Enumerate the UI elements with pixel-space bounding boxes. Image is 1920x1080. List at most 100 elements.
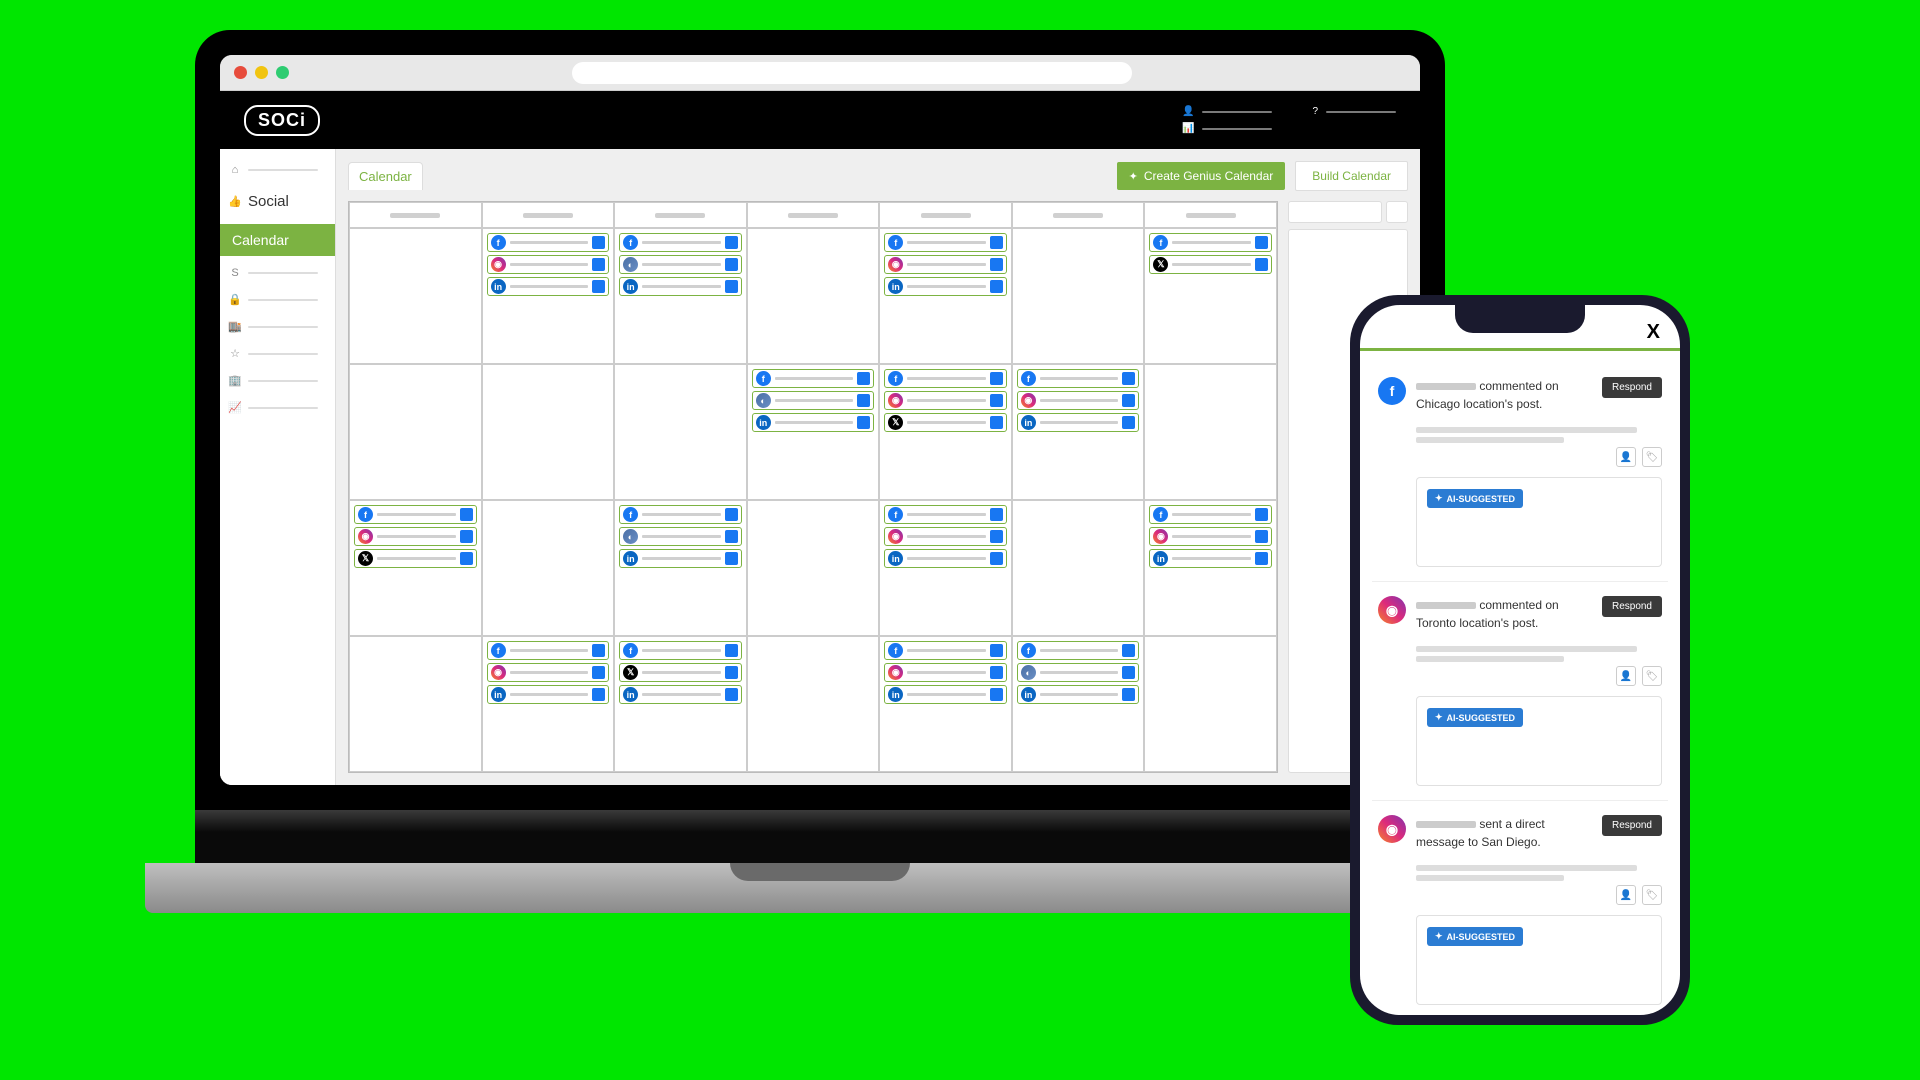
build-calendar-button[interactable]: Build Calendar <box>1295 161 1408 191</box>
calendar-cell[interactable]: f◐in <box>614 228 747 364</box>
calendar-cell[interactable] <box>1012 228 1145 364</box>
post-chip[interactable]: ◉ <box>884 391 1007 410</box>
calendar-cell[interactable]: f◉in <box>482 228 615 364</box>
post-chip[interactable]: f <box>354 505 477 524</box>
calendar-cell[interactable] <box>482 364 615 500</box>
brand-logo[interactable]: SOCi <box>244 105 320 136</box>
sidebar-item-home[interactable]: ⌂ <box>220 161 335 179</box>
calendar-cell[interactable] <box>1144 636 1277 772</box>
post-chip[interactable]: f <box>619 641 742 660</box>
post-chip[interactable]: in <box>619 549 742 568</box>
calendar-cell[interactable] <box>349 228 482 364</box>
tag-action-icon[interactable]: 🏷 <box>1642 447 1662 467</box>
help-menu[interactable]: ? <box>1312 106 1396 117</box>
respond-button[interactable]: Respond <box>1602 815 1662 836</box>
ai-suggestion-box[interactable]: ✦AI-SUGGESTED <box>1416 477 1662 567</box>
sidebar-item-s[interactable]: S <box>220 264 335 282</box>
sidebar-item-6[interactable]: ☆ <box>220 344 335 363</box>
post-chip[interactable]: in <box>487 685 610 704</box>
window-min-dot[interactable] <box>255 66 268 79</box>
post-chip[interactable]: 𝕏 <box>619 663 742 682</box>
respond-button[interactable]: Respond <box>1602 377 1662 398</box>
tab-calendar[interactable]: Calendar <box>348 162 423 190</box>
calendar-cell[interactable]: f ◉ in <box>1144 500 1277 636</box>
post-chip[interactable]: f <box>487 641 610 660</box>
user-action-icon[interactable]: 👤 <box>1616 447 1636 467</box>
post-chip[interactable]: in <box>619 277 742 296</box>
post-chip[interactable]: in <box>1017 685 1140 704</box>
post-chip[interactable]: f <box>619 505 742 524</box>
post-chip[interactable]: 𝕏 <box>354 549 477 568</box>
stats-menu[interactable]: 📊 <box>1182 123 1272 134</box>
post-chip[interactable]: f <box>1149 505 1272 524</box>
post-chip[interactable]: ◐ <box>1017 663 1140 682</box>
sidebar-item-7[interactable]: 🏢 <box>220 371 335 390</box>
post-chip[interactable]: in <box>487 277 610 296</box>
tag-action-icon[interactable]: 🏷 <box>1642 885 1662 905</box>
post-chip[interactable]: ◉ <box>354 527 477 546</box>
user-action-icon[interactable]: 👤 <box>1616 666 1636 686</box>
post-chip[interactable]: f <box>884 369 1007 388</box>
post-chip[interactable]: f <box>1017 641 1140 660</box>
post-chip[interactable]: ◉ <box>884 663 1007 682</box>
post-chip[interactable]: f <box>1017 369 1140 388</box>
filter-dropdown[interactable] <box>1288 201 1382 223</box>
create-genius-button[interactable]: ✦Create Genius Calendar <box>1117 162 1286 190</box>
post-chip[interactable]: ◉ <box>884 255 1007 274</box>
sidebar-item-8[interactable]: 📈 <box>220 398 335 417</box>
user-action-icon[interactable]: 👤 <box>1616 885 1636 905</box>
calendar-cell[interactable]: f ◉ in <box>879 500 1012 636</box>
calendar-cell[interactable] <box>349 364 482 500</box>
filter-expand[interactable] <box>1386 201 1408 223</box>
post-chip[interactable]: f <box>884 641 1007 660</box>
post-chip[interactable]: ◉ <box>487 255 610 274</box>
post-chip[interactable]: f <box>884 505 1007 524</box>
calendar-cell[interactable]: f ◉ in <box>482 636 615 772</box>
calendar-cell[interactable]: f𝕏 <box>1144 228 1277 364</box>
calendar-cell[interactable]: f ◐ in <box>747 364 880 500</box>
ai-suggestion-box[interactable]: ✦AI-SUGGESTED <box>1416 696 1662 786</box>
calendar-cell[interactable]: f ◉ in <box>879 228 1012 364</box>
calendar-cell[interactable]: f ◉ 𝕏 <box>349 500 482 636</box>
post-chip[interactable]: ◉ <box>1017 391 1140 410</box>
sidebar-item-social[interactable]: 👍Social <box>220 187 335 216</box>
post-chip[interactable]: f <box>752 369 875 388</box>
post-chip[interactable]: in <box>1149 549 1272 568</box>
post-chip[interactable]: in <box>619 685 742 704</box>
calendar-cell[interactable]: f ◐ in <box>614 500 747 636</box>
calendar-cell[interactable] <box>614 364 747 500</box>
post-chip[interactable]: ◉ <box>487 663 610 682</box>
post-chip[interactable]: ◐ <box>619 255 742 274</box>
sidebar-item-calendar[interactable]: Calendar <box>220 224 335 256</box>
calendar-cell[interactable] <box>747 500 880 636</box>
post-chip[interactable]: 𝕏 <box>884 413 1007 432</box>
window-close-dot[interactable] <box>234 66 247 79</box>
sidebar-item-4[interactable]: 🔒 <box>220 290 335 309</box>
calendar-cell[interactable] <box>747 636 880 772</box>
phone-notifications[interactable]: f commented on Chicago location's post.R… <box>1360 351 1680 1015</box>
post-chip[interactable]: ◉ <box>1149 527 1272 546</box>
post-chip[interactable]: f <box>884 233 1007 252</box>
post-chip[interactable]: f <box>1149 233 1272 252</box>
calendar-cell[interactable] <box>482 500 615 636</box>
calendar-cell[interactable] <box>1012 500 1145 636</box>
post-chip[interactable]: 𝕏 <box>1149 255 1272 274</box>
post-chip[interactable]: ◉ <box>884 527 1007 546</box>
calendar-cell[interactable] <box>1144 364 1277 500</box>
post-chip[interactable]: ◐ <box>752 391 875 410</box>
tag-action-icon[interactable]: 🏷 <box>1642 666 1662 686</box>
calendar-cell[interactable]: f◉in <box>879 636 1012 772</box>
ai-suggestion-box[interactable]: ✦AI-SUGGESTED <box>1416 915 1662 1005</box>
close-icon[interactable]: X <box>1647 321 1660 344</box>
post-chip[interactable]: in <box>884 549 1007 568</box>
calendar-cell[interactable]: f ◉ 𝕏 <box>879 364 1012 500</box>
url-bar[interactable] <box>572 62 1132 84</box>
post-chip[interactable]: in <box>752 413 875 432</box>
post-chip[interactable]: ◐ <box>619 527 742 546</box>
respond-button[interactable]: Respond <box>1602 596 1662 617</box>
window-max-dot[interactable] <box>276 66 289 79</box>
post-chip[interactable]: in <box>1017 413 1140 432</box>
user-menu[interactable]: 👤 <box>1182 106 1272 117</box>
sidebar-item-5[interactable]: 🏬 <box>220 317 335 336</box>
post-chip[interactable]: in <box>884 277 1007 296</box>
